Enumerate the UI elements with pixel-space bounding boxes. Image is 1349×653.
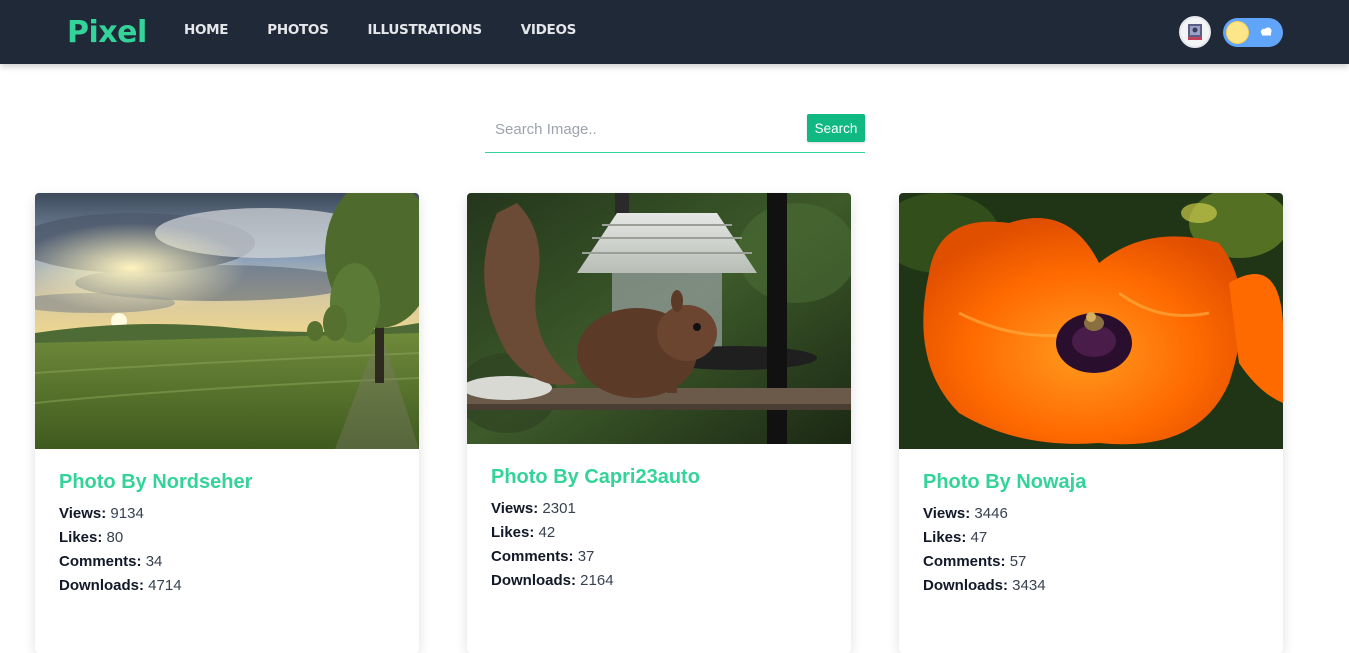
nav-link-home[interactable]: HOME — [184, 21, 229, 39]
views-label: Views: — [491, 500, 539, 517]
search-input[interactable] — [485, 112, 795, 146]
image-card[interactable]: Photo By Nordseher Views: 9134 Likes: 80… — [35, 193, 419, 653]
image-card[interactable]: Photo By Capri23auto Views: 2301 Likes: … — [467, 193, 851, 653]
likes-label: Likes: — [59, 529, 103, 546]
comments-value: 34 — [145, 553, 163, 570]
avatar[interactable] — [1179, 16, 1211, 48]
likes-stat: Likes: 47 — [923, 526, 1086, 550]
downloads-label: Downloads: — [923, 577, 1008, 594]
card-title: Photo By Nordseher — [59, 471, 253, 493]
downloads-stat: Downloads: 2164 — [491, 569, 700, 593]
comments-value: 57 — [1009, 553, 1027, 570]
nav-link-videos[interactable]: VIDEOS — [521, 21, 577, 39]
comments-label: Comments: — [923, 553, 1006, 570]
comments-label: Comments: — [491, 548, 574, 565]
views-stat: Views: 3446 — [923, 502, 1086, 526]
card-title: Photo By Capri23auto — [491, 466, 700, 488]
downloads-stat: Downloads: 4714 — [59, 574, 252, 598]
views-value: 9134 — [110, 505, 144, 522]
likes-label: Likes: — [923, 529, 967, 546]
nav-link-illustrations[interactable]: ILLUSTRATIONS — [368, 21, 483, 39]
likes-value: 42 — [538, 524, 556, 541]
poppy-photo — [899, 193, 1283, 449]
cloud-icon — [1260, 27, 1272, 36]
likes-stat: Likes: 80 — [59, 526, 252, 550]
likes-value: 47 — [970, 529, 988, 546]
likes-stat: Likes: 42 — [491, 521, 700, 545]
downloads-value: 4714 — [148, 577, 182, 594]
nav-links: HOME PHOTOS ILLUSTRATIONS VIDEOS — [184, 21, 615, 39]
card-body: Photo By Nordseher Views: 9134 Likes: 80… — [59, 469, 252, 598]
views-value: 2301 — [542, 500, 576, 517]
comments-value: 37 — [577, 548, 595, 565]
nav-link-photos[interactable]: PHOTOS — [267, 21, 329, 39]
downloads-value: 2164 — [580, 572, 614, 589]
views-stat: Views: 2301 — [491, 497, 700, 521]
comments-stat: Comments: 57 — [923, 550, 1086, 574]
comments-stat: Comments: 37 — [491, 545, 700, 569]
downloads-label: Downloads: — [491, 572, 576, 589]
avatar-image — [1181, 18, 1209, 46]
logo[interactable]: Pixel — [67, 15, 147, 51]
squirrel-photo — [467, 193, 851, 444]
comments-stat: Comments: 34 — [59, 550, 252, 574]
views-stat: Views: 9134 — [59, 502, 252, 526]
sun-icon — [1226, 21, 1249, 44]
likes-label: Likes: — [491, 524, 535, 541]
card-image[interactable] — [467, 193, 851, 444]
views-label: Views: — [59, 505, 107, 522]
image-card[interactable]: Photo By Nowaja Views: 3446 Likes: 47 Co… — [899, 193, 1283, 653]
comments-label: Comments: — [59, 553, 142, 570]
views-label: Views: — [923, 505, 971, 522]
card-image[interactable] — [899, 193, 1283, 449]
downloads-label: Downloads: — [59, 577, 144, 594]
theme-toggle[interactable] — [1223, 18, 1283, 47]
card-body: Photo By Nowaja Views: 3446 Likes: 47 Co… — [923, 469, 1086, 598]
card-title: Photo By Nowaja — [923, 471, 1087, 493]
landscape-photo — [35, 193, 419, 449]
downloads-value: 3434 — [1012, 577, 1046, 594]
views-value: 3446 — [974, 505, 1008, 522]
downloads-stat: Downloads: 3434 — [923, 574, 1086, 598]
card-image[interactable] — [35, 193, 419, 449]
search-button[interactable]: Search — [807, 114, 865, 142]
navbar: Pixel HOME PHOTOS ILLUSTRATIONS VIDEOS — [0, 0, 1349, 64]
likes-value: 80 — [106, 529, 124, 546]
card-body: Photo By Capri23auto Views: 2301 Likes: … — [491, 464, 700, 593]
